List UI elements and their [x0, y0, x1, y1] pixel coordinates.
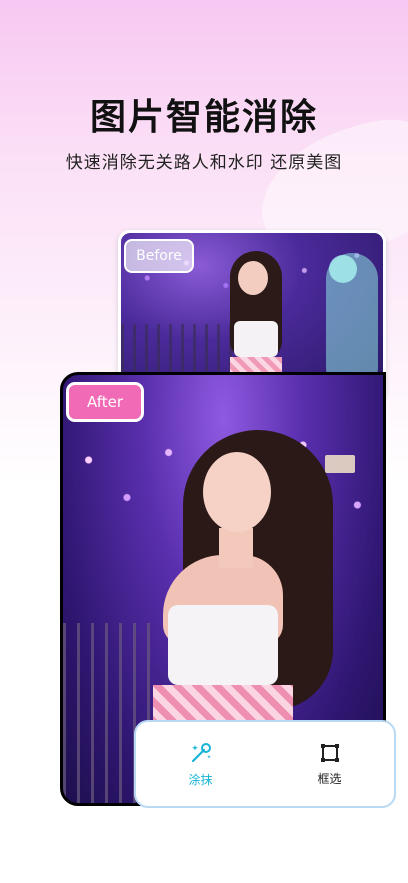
- selection-box-icon: [320, 743, 339, 762]
- magic-wand-icon: [191, 742, 211, 762]
- box-select-tool-label: 框选: [317, 771, 342, 786]
- box-select-tool-button[interactable]: 框选: [290, 742, 370, 787]
- page-subtitle: 快速消除无关路人和水印 还原美图: [65, 153, 343, 173]
- subject-face: [203, 452, 271, 532]
- subject-face: [238, 261, 268, 295]
- erase-brush-mask-head: [329, 255, 357, 283]
- page-title: 图片智能消除: [89, 97, 318, 138]
- edit-toolbar: 涂抹 框选: [134, 720, 396, 808]
- before-badge: Before: [124, 239, 194, 273]
- erase-tool-button[interactable]: 涂抹: [161, 741, 241, 788]
- subject-neck: [219, 528, 253, 568]
- subject-top: [234, 321, 278, 357]
- erase-tool-label: 涂抹: [188, 772, 213, 787]
- after-badge: After: [66, 382, 144, 422]
- subject-top: [168, 605, 278, 685]
